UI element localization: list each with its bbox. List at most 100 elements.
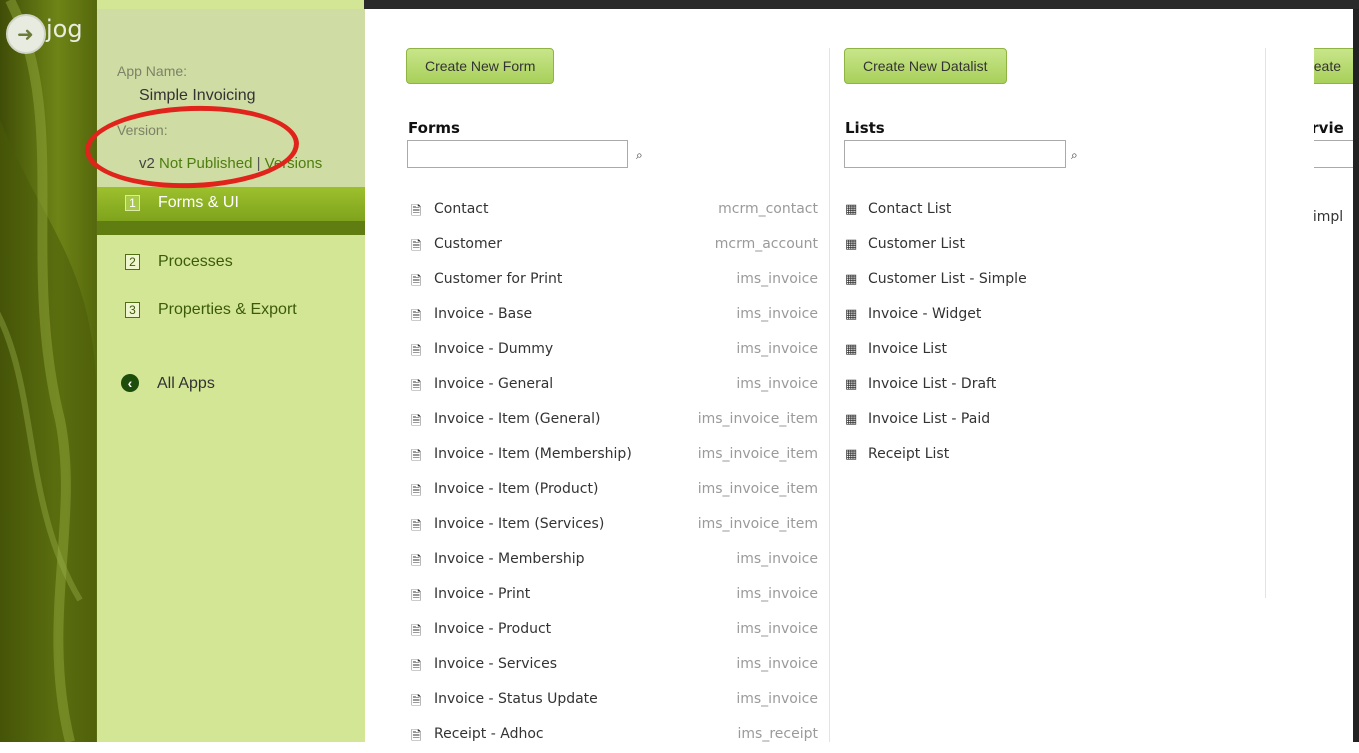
- form-list-item[interactable]: 🗎 Invoice - Item (Membership) ims_invoice_…: [411, 438, 818, 473]
- form-list-item[interactable]: 🗎 Customer mcrm_account: [411, 228, 818, 263]
- form-list-item[interactable]: 🗎 Invoice - Product ims_invoice: [411, 613, 818, 648]
- form-list-item[interactable]: 🗎 Invoice - Dummy ims_invoice: [411, 333, 818, 368]
- form-name[interactable]: Invoice - Membership: [434, 551, 585, 567]
- nav-item-forms-ui[interactable]: 1 Forms & UI: [97, 187, 365, 235]
- calendar-icon: ▦: [845, 272, 858, 287]
- form-table-name: ims_invoice: [736, 341, 818, 357]
- file-text-icon: 🗎: [411, 484, 422, 499]
- form-table-name: ims_invoice_item: [697, 516, 818, 532]
- column-divider: [829, 48, 830, 742]
- datalist-item[interactable]: ▦ Invoice List - Paid: [845, 403, 1145, 438]
- datalist-item[interactable]: ▦ Contact List: [845, 193, 1145, 228]
- file-text-icon: 🗎: [411, 449, 422, 464]
- search-icon[interactable]: ⌕: [1071, 148, 1078, 163]
- calendar-icon: ▦: [845, 307, 858, 322]
- form-list-item[interactable]: 🗎 Invoice - Item (Product) ims_invoice_ite…: [411, 473, 818, 508]
- form-name[interactable]: Invoice - Base: [434, 306, 532, 322]
- userview-name: Simpl: [1314, 209, 1344, 225]
- datalist-name[interactable]: Contact List: [868, 201, 951, 217]
- datalist-name[interactable]: Customer List: [868, 236, 965, 252]
- forms-heading: Forms: [408, 119, 460, 137]
- datalist-name[interactable]: Customer List - Simple: [868, 271, 1027, 287]
- form-name[interactable]: Invoice - Item (Product): [434, 481, 598, 497]
- form-name[interactable]: Invoice - Item (General): [434, 411, 600, 427]
- form-list-item[interactable]: 🗎 Invoice - Services ims_invoice: [411, 648, 818, 683]
- form-list-item[interactable]: 🗎 Receipt - Adhoc ims_receipt: [411, 718, 818, 753]
- lists-heading: Lists: [845, 119, 885, 137]
- all-apps-label: All Apps: [157, 375, 215, 392]
- file-text-icon: 🗎: [411, 414, 422, 429]
- file-text-icon: 🗎: [411, 379, 422, 394]
- form-table-name: ims_invoice_item: [697, 411, 818, 427]
- form-name[interactable]: Customer: [434, 236, 502, 252]
- datalist-item[interactable]: ▦ Customer List - Simple: [845, 263, 1145, 298]
- brand-text: jog: [46, 15, 83, 43]
- create-new-datalist-button[interactable]: Create New Datalist: [844, 48, 1007, 84]
- datalist-name[interactable]: Invoice List - Paid: [868, 411, 990, 427]
- form-list-item[interactable]: 🗎 Invoice - Item (General) ims_invoice_ite…: [411, 403, 818, 438]
- form-table-name: ims_invoice_item: [697, 481, 818, 497]
- form-name[interactable]: Invoice - Print: [434, 586, 530, 602]
- form-name[interactable]: Invoice - General: [434, 376, 553, 392]
- calendar-icon: ▦: [845, 237, 858, 252]
- form-name[interactable]: Contact: [434, 201, 488, 217]
- form-list-item[interactable]: 🗎 Invoice - Status Update ims_invoice: [411, 683, 818, 718]
- datalist-name[interactable]: Invoice List: [868, 341, 947, 357]
- forms-search-input[interactable]: [407, 140, 628, 168]
- file-text-icon: 🗎: [411, 204, 422, 219]
- window-edge: [1353, 9, 1359, 742]
- file-text-icon: 🗎: [411, 519, 422, 534]
- datalist-name[interactable]: Invoice List - Draft: [868, 376, 996, 392]
- file-text-icon: 🗎: [411, 589, 422, 604]
- top-border: [364, 0, 1359, 9]
- form-name[interactable]: Customer for Print: [434, 271, 562, 287]
- datalist-item[interactable]: ▦ Receipt List: [845, 438, 1145, 473]
- form-name[interactable]: Invoice - Product: [434, 621, 551, 637]
- nav-label: Processes: [158, 253, 233, 270]
- calendar-icon: ▦: [845, 342, 858, 357]
- nav-item-processes[interactable]: 2 Processes: [97, 246, 365, 280]
- form-name[interactable]: Invoice - Item (Services): [434, 516, 604, 532]
- datalist-item[interactable]: ▦ Invoice List: [845, 333, 1145, 368]
- nav-step-number: 2: [125, 254, 140, 270]
- form-table-name: ims_invoice: [736, 271, 818, 287]
- form-table-name: ims_invoice: [736, 691, 818, 707]
- form-name[interactable]: Invoice - Status Update: [434, 691, 598, 707]
- nav-step-number: 3: [125, 302, 140, 318]
- form-name[interactable]: Invoice - Services: [434, 656, 557, 672]
- form-table-name: ims_invoice: [736, 656, 818, 672]
- search-icon[interactable]: ⌕: [636, 148, 643, 163]
- form-name[interactable]: Invoice - Item (Membership): [434, 446, 632, 462]
- datalist-name[interactable]: Receipt List: [868, 446, 949, 462]
- form-table-name: ims_invoice_item: [697, 446, 818, 462]
- calendar-icon: ▦: [845, 202, 858, 217]
- datalist-item[interactable]: ▦ Invoice - Widget: [845, 298, 1145, 333]
- file-text-icon: 🗎: [411, 694, 422, 709]
- form-list-item[interactable]: 🗎 Invoice - Base ims_invoice: [411, 298, 818, 333]
- datalist-item[interactable]: ▦ Customer List: [845, 228, 1145, 263]
- datalist-name[interactable]: Invoice - Widget: [868, 306, 981, 322]
- form-name[interactable]: Invoice - Dummy: [434, 341, 553, 357]
- form-list-item[interactable]: 🗎 Customer for Print ims_invoice: [411, 263, 818, 298]
- form-table-name: ims_invoice: [736, 586, 818, 602]
- file-text-icon: 🗎: [411, 239, 422, 254]
- file-text-icon: 🗎: [411, 659, 422, 674]
- form-list-item[interactable]: 🗎 Invoice - Print ims_invoice: [411, 578, 818, 613]
- lists-search-input[interactable]: [844, 140, 1066, 168]
- form-list-item[interactable]: 🗎 Invoice - Membership ims_invoice: [411, 543, 818, 578]
- form-list-item[interactable]: 🗎 Contact mcrm_contact: [411, 193, 818, 228]
- form-table-name: mcrm_account: [714, 236, 818, 252]
- file-text-icon: 🗎: [411, 554, 422, 569]
- form-table-name: mcrm_contact: [718, 201, 818, 217]
- form-list-item[interactable]: 🗎 Invoice - Item (Services) ims_invoice_it…: [411, 508, 818, 543]
- app-name: Simple Invoicing: [139, 87, 256, 104]
- datalist-item[interactable]: ▦ Invoice List - Draft: [845, 368, 1145, 403]
- create-new-form-button[interactable]: Create New Form: [406, 48, 555, 84]
- logo-icon[interactable]: ➜: [6, 14, 46, 54]
- form-name[interactable]: Receipt - Adhoc: [434, 726, 544, 742]
- form-table-name: ims_invoice: [736, 376, 818, 392]
- column-divider: [1265, 48, 1266, 598]
- nav-item-properties-export[interactable]: 3 Properties & Export: [97, 294, 365, 328]
- calendar-icon: ▦: [845, 447, 858, 462]
- form-list-item[interactable]: 🗎 Invoice - General ims_invoice: [411, 368, 818, 403]
